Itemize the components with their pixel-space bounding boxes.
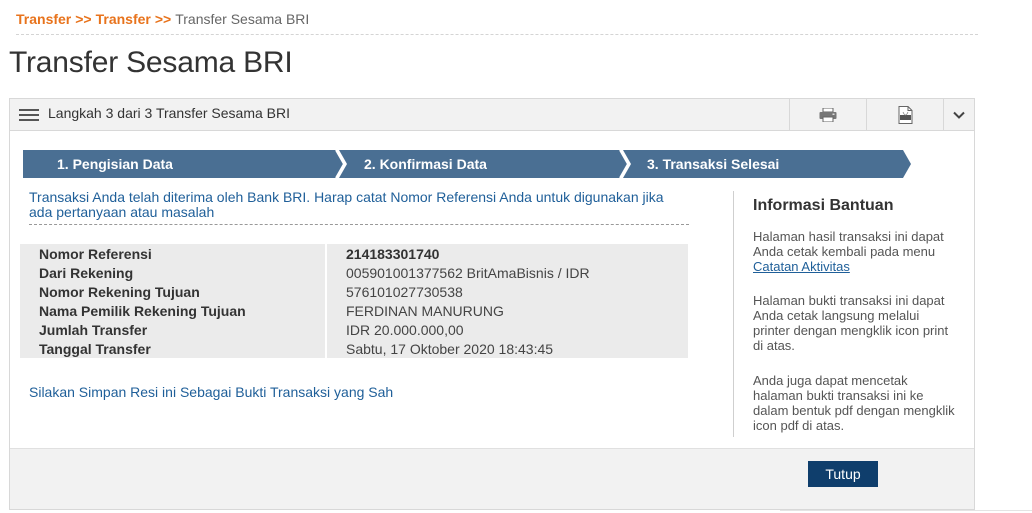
transaction-details-table: Nomor Referensi 214183301740 Dari Rekeni… — [20, 244, 688, 358]
destination-account-value: 576101027730538 — [327, 282, 688, 301]
help-paragraph-1: Halaman hasil transaksi ini dapat Anda c… — [753, 229, 958, 274]
table-row: Nomor Rekening Tujuan 576101027730538 — [20, 282, 688, 301]
info-divider — [733, 191, 734, 437]
activity-log-link[interactable]: Catatan Aktivitas — [753, 259, 850, 274]
success-message: Transaksi Anda telah diterima oleh Bank … — [29, 190, 689, 225]
transfer-date-value: Sabtu, 17 Oktober 2020 18:43:45 — [327, 339, 688, 358]
menu-icon[interactable] — [19, 109, 39, 122]
step-3-label: 3. Transaksi Selesai — [647, 156, 780, 172]
detail-label: Dari Rekening — [20, 263, 327, 282]
breadcrumb-link-transfer-1[interactable]: Transfer — [16, 11, 71, 27]
transfer-result-panel: Langkah 3 dari 3 Transfer Sesama BRI 1. … — [9, 98, 975, 510]
breadcrumb-current: Transfer Sesama BRI — [175, 11, 310, 27]
detail-label: Nomor Referensi — [20, 244, 327, 263]
step-2-label: 2. Konfirmasi Data — [364, 156, 487, 172]
breadcrumb: Transfer >> Transfer >> Transfer Sesama BRI — [16, 11, 309, 27]
save-receipt-message: Silakan Simpan Resi ini Sebagai Bukti Tr… — [29, 384, 394, 400]
detail-label: Nomor Rekening Tujuan — [20, 282, 327, 301]
source-account-value: 005901001377562 BritAmaBisnis / IDR — [327, 263, 688, 282]
detail-label: Jumlah Transfer — [20, 320, 327, 339]
help-paragraph-2: Halaman bukti transaksi ini dapat Anda c… — [753, 293, 949, 353]
breadcrumb-separator: >> — [154, 11, 172, 27]
table-row: Nama Pemilik Rekening Tujuan FERDINAN MA… — [20, 301, 688, 320]
breadcrumb-link-transfer-2[interactable]: Transfer — [96, 11, 151, 27]
table-row: Dari Rekening 005901001377562 BritAmaBis… — [20, 263, 688, 282]
chevron-down-icon — [953, 111, 965, 119]
help-paragraph-3: Anda juga dapat mencetak halaman bukti t… — [753, 373, 955, 433]
print-button[interactable] — [789, 99, 866, 130]
destination-owner-value: FERDINAN MANURUNG — [327, 301, 688, 320]
breadcrumb-separator: >> — [75, 11, 92, 27]
page-title: Transfer Sesama BRI — [9, 46, 293, 79]
table-row: Tanggal Transfer Sabtu, 17 Oktober 2020 … — [20, 339, 688, 358]
close-button[interactable]: Tutup — [808, 461, 878, 487]
help-paragraph-1-text: Halaman hasil transaksi ini dapat Anda c… — [753, 229, 944, 259]
help-info-title: Informasi Bantuan — [753, 197, 894, 214]
step-1-label: 1. Pengisian Data — [57, 156, 173, 172]
breadcrumb-divider — [16, 34, 978, 35]
panel-footer: Tutup — [10, 448, 974, 509]
detail-label: Tanggal Transfer — [20, 339, 327, 358]
table-row: Nomor Referensi 214183301740 — [20, 244, 688, 263]
table-row: Jumlah Transfer IDR 20.000.000,00 — [20, 320, 688, 339]
pdf-icon — [898, 105, 912, 124]
detail-label: Nama Pemilik Rekening Tujuan — [20, 301, 327, 320]
progress-steps: 1. Pengisian Data 2. Konfirmasi Data 3. … — [23, 150, 911, 178]
transfer-amount-value: IDR 20.000.000,00 — [327, 320, 688, 339]
pdf-button[interactable] — [866, 99, 943, 130]
panel-title: Langkah 3 dari 3 Transfer Sesama BRI — [48, 105, 291, 121]
reference-number-value: 214183301740 — [327, 244, 688, 263]
bottom-divider — [780, 510, 1032, 511]
panel-header: Langkah 3 dari 3 Transfer Sesama BRI — [10, 99, 974, 131]
print-icon — [819, 107, 837, 122]
collapse-button[interactable] — [943, 99, 974, 130]
